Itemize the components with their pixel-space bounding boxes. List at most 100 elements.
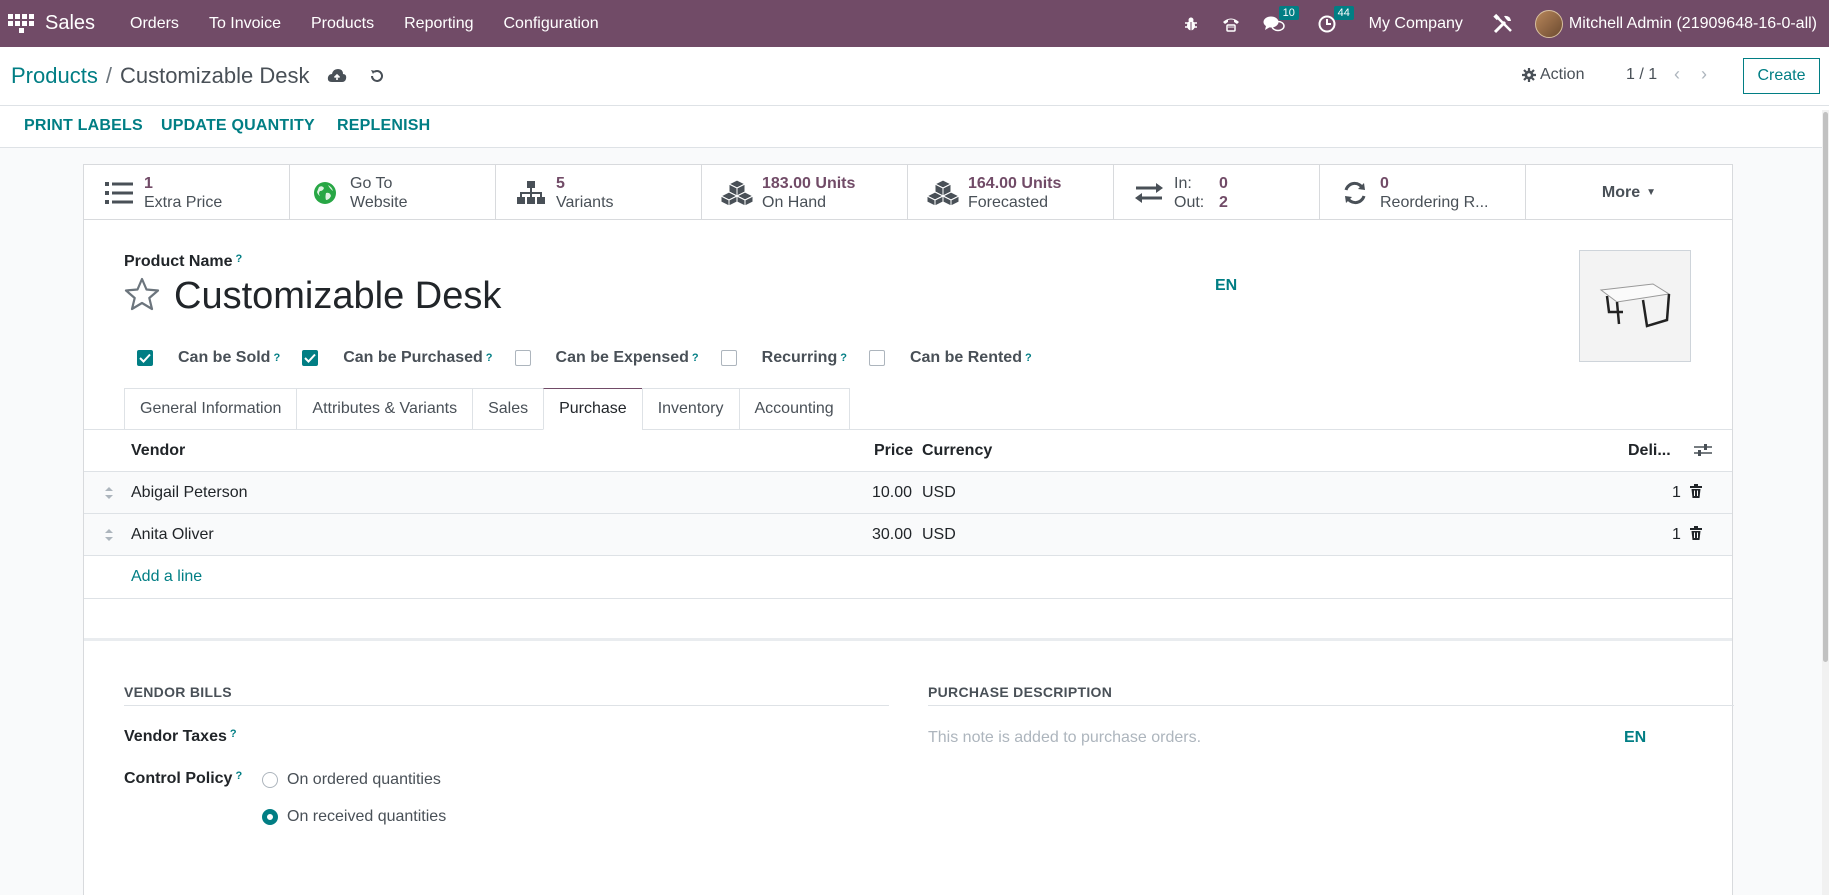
app-name[interactable]: Sales [45,12,95,35]
delete-row-trash-icon[interactable] [1690,526,1702,545]
in-out-button[interactable]: In: 0 Out: 2 [1114,165,1320,220]
drag-handle-icon[interactable] [104,486,114,505]
table-bottom-border [84,598,1732,599]
user-menu[interactable]: Mitchell Admin (21909648-16-0-all) [1534,9,1817,38]
checkbox-unchecked-icon [514,350,531,366]
recurring-help-icon[interactable]: ? [840,352,847,364]
can-be-purchased-checkbox[interactable]: Can be Purchased? [302,349,493,367]
vendor-table-header: Vendor Price Currency Deli... [84,430,1732,472]
on-received-quantities-label: On received quantities [287,808,447,825]
replenish-button[interactable]: REPLENISH [337,117,430,135]
table-row[interactable]: Anita Oliver 30.00 USD 1 [84,514,1732,556]
control-policy-label-text: Control Policy [124,770,233,787]
purchase-description-input[interactable]: This note is added to purchase orders. [928,729,1201,747]
action-menu-button[interactable]: Action [1522,66,1584,84]
phone-icon[interactable] [1221,15,1241,33]
drag-handle-icon[interactable] [104,528,114,547]
can-be-expensed-help-icon[interactable]: ? [692,352,699,364]
in-value: 0 [1219,174,1228,192]
out-value: 2 [1219,193,1228,211]
menu-orders[interactable]: Orders [130,15,179,33]
tab-accounting[interactable]: Accounting [738,388,850,430]
can-be-expensed-checkbox[interactable]: Can be Expensed? [514,349,699,367]
scrollbar-thumb[interactable] [1823,112,1828,662]
delivery-column-header[interactable]: Deli... [1628,442,1671,460]
save-cloud-icon[interactable] [327,68,347,84]
extra-price-button[interactable]: 1 Extra Price [84,165,290,220]
print-labels-button[interactable]: PRINT LABELS [24,117,143,135]
purchase-description-lang-button[interactable]: EN [1624,729,1646,747]
add-line-link[interactable]: Add a line [131,568,202,586]
price-column-header[interactable]: Price [874,442,913,460]
debug-bug-icon[interactable] [1183,16,1199,32]
forecasted-button[interactable]: 164.00 Units Forecasted [908,165,1114,220]
price-cell: 30.00 [872,526,913,543]
can-be-purchased-help-icon[interactable]: ? [486,352,493,364]
activities-badge: 44 [1333,5,1354,20]
tab-attributes-variants[interactable]: Attributes & Variants [296,388,473,430]
app-menu-icon[interactable] [6,9,36,39]
breadcrumb-separator: / [105,63,112,88]
can-be-sold-help-icon[interactable]: ? [273,352,280,364]
variants-button[interactable]: 5 Variants [496,165,702,220]
purchase-description-divider [928,705,1734,706]
tab-sales[interactable]: Sales [472,388,544,430]
product-name-input[interactable]: Customizable Desk [174,275,501,318]
variants-value: 5 [556,174,565,192]
can-be-rented-help-icon[interactable]: ? [1025,352,1032,364]
on-hand-button[interactable]: 183.00 Units On Hand [702,165,908,220]
product-type-checkboxes: Can be Sold? Can be Purchased? Can be Ex… [137,345,1054,371]
tools-icon[interactable] [1492,13,1514,35]
action-buttons-bar: PRINT LABELS UPDATE QUANTITY REPLENISH [0,106,1829,148]
company-switcher[interactable]: My Company [1369,15,1463,33]
table-row[interactable]: Abigail Peterson 10.00 USD 1 [84,472,1732,514]
tab-purchase[interactable]: Purchase [543,388,642,430]
cubes-forecast-icon [918,178,968,207]
tab-general-information[interactable]: General Information [124,388,297,430]
currency-column-header[interactable]: Currency [922,442,992,460]
can-be-sold-checkbox[interactable]: Can be Sold? [137,349,280,367]
breadcrumb-products-link[interactable]: Products [11,63,98,89]
menu-reporting[interactable]: Reporting [404,15,473,33]
product-name-lang-button[interactable]: EN [1215,277,1237,295]
menu-configuration[interactable]: Configuration [504,15,599,33]
menu-to-invoice[interactable]: To Invoice [209,15,281,33]
favorite-star-icon[interactable] [124,277,160,316]
breadcrumb-current: Customizable Desk [119,63,310,88]
pager-next-icon[interactable]: › [1701,64,1707,85]
product-name-label-text: Product Name [124,253,233,270]
messages-icon[interactable]: 10 [1263,5,1299,33]
go-to-website-button[interactable]: Go To Website [290,165,496,220]
control-policy-help-icon[interactable]: ? [235,770,242,782]
in-label: In: [1174,174,1192,192]
more-dropdown-button[interactable]: More ▼ [1526,165,1732,220]
can-be-rented-checkbox[interactable]: Can be Rented? [868,349,1032,367]
update-quantity-button[interactable]: UPDATE QUANTITY [161,117,315,135]
on-ordered-quantities-radio[interactable]: On ordered quantities [262,771,441,789]
pager-value[interactable]: 1 / 1 [1626,66,1657,84]
reordering-label: Reordering R... [1380,193,1489,211]
reordering-rules-button[interactable]: 0 Reordering R... [1320,165,1526,220]
pager-prev-icon[interactable]: ‹ [1674,64,1680,85]
column-settings-sliders-icon[interactable] [1694,443,1712,462]
tab-inventory[interactable]: Inventory [641,388,739,430]
create-button[interactable]: Create [1743,58,1820,94]
menu-products[interactable]: Products [311,15,374,33]
on-received-quantities-radio[interactable]: On received quantities [262,808,446,826]
delete-row-trash-icon[interactable] [1690,484,1702,503]
currency-cell: USD [922,526,956,543]
page-scrollbar[interactable] [1822,110,1829,895]
on-ordered-quantities-label: On ordered quantities [287,771,441,788]
website-go-to-label: Go To [350,174,393,192]
vendor-taxes-help-icon[interactable]: ? [230,728,237,740]
activities-clock-icon[interactable]: 44 [1318,5,1354,33]
list-icon [94,181,144,205]
product-name-help-icon[interactable]: ? [235,253,242,265]
radio-selected-icon [262,809,278,825]
vendor-column-header[interactable]: Vendor [131,442,185,460]
discard-undo-icon[interactable] [369,68,385,84]
recurring-checkbox[interactable]: Recurring? [720,349,847,367]
extra-price-value: 1 [144,174,153,192]
sitemap-icon [506,180,556,205]
product-image[interactable] [1579,250,1691,362]
